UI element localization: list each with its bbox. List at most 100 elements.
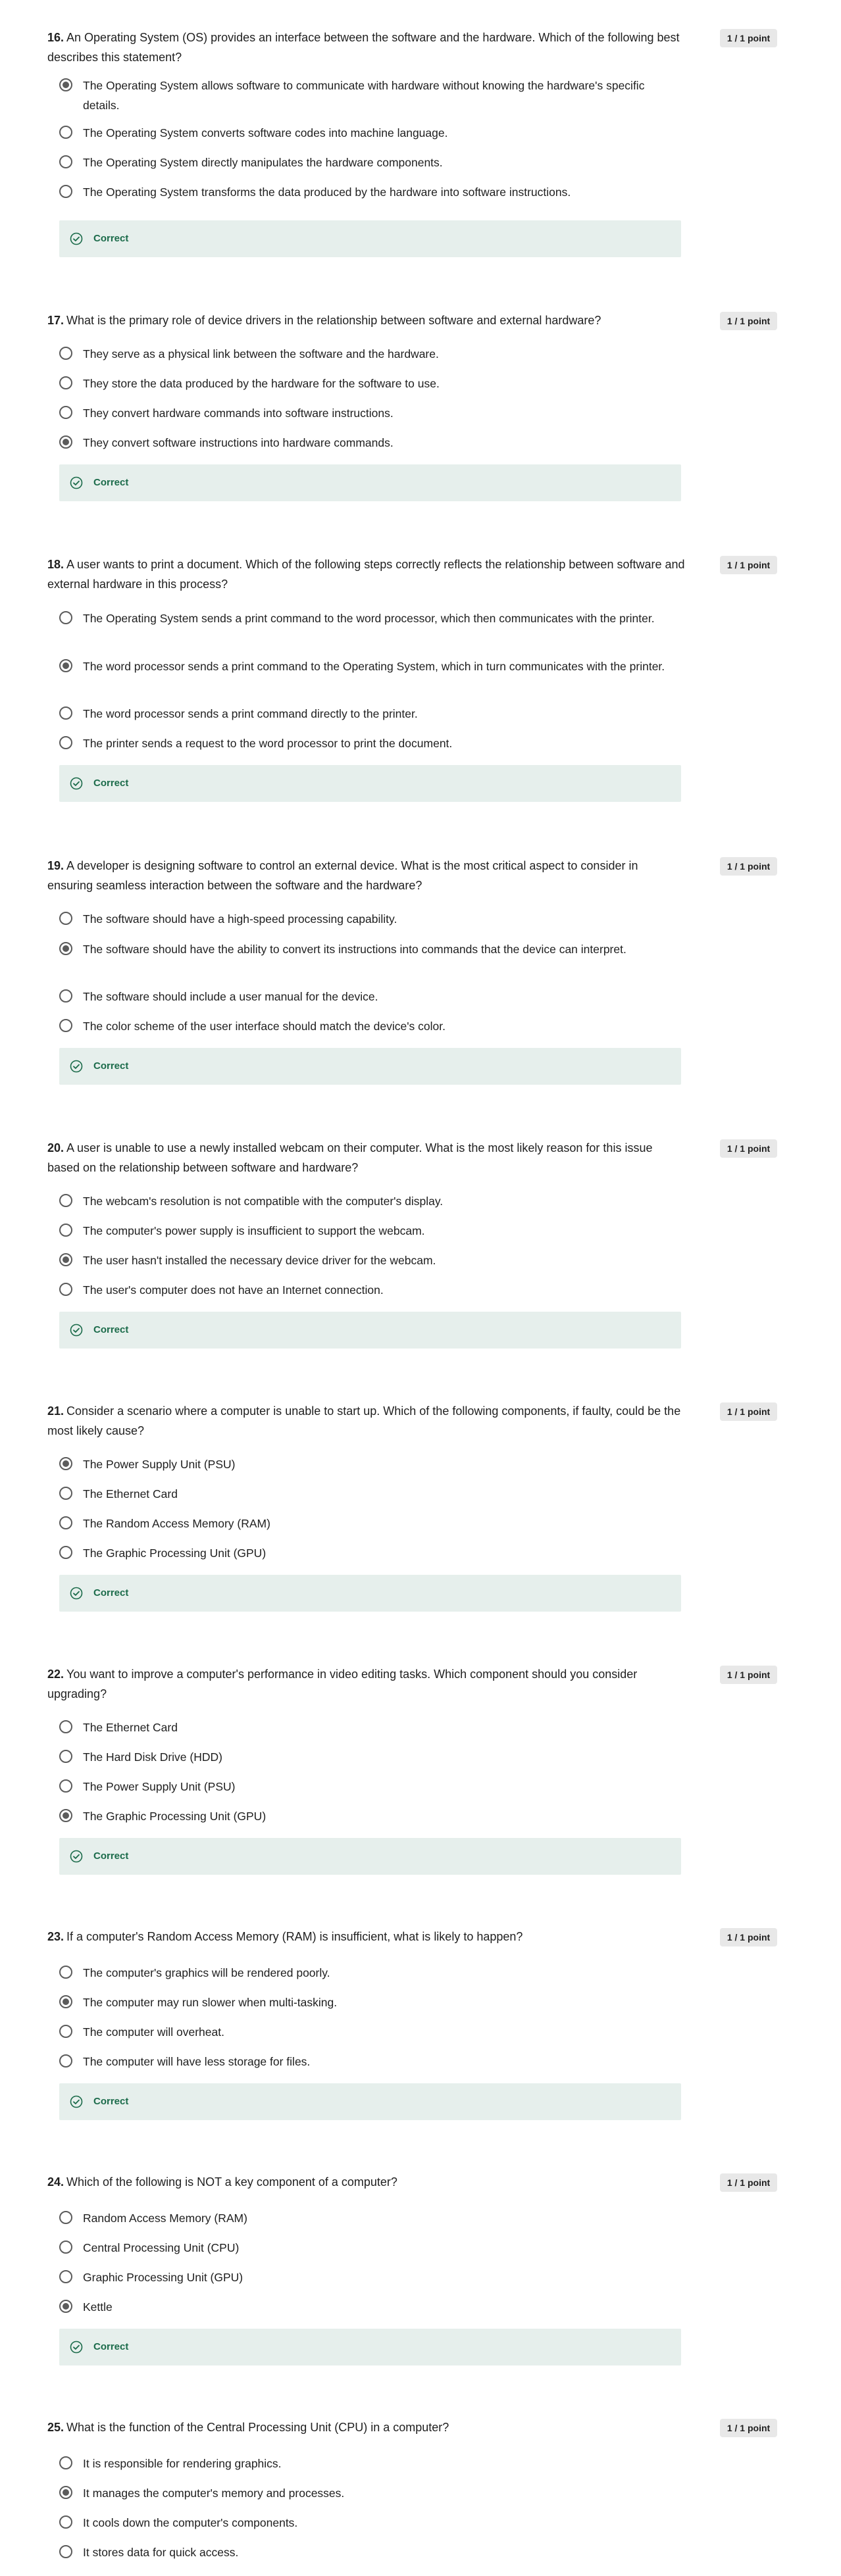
check-circle-icon <box>70 2095 83 2108</box>
feedback-banner: Correct <box>59 1838 681 1875</box>
radio-icon[interactable] <box>59 1750 72 1763</box>
feedback-label: Correct <box>93 1324 129 1335</box>
radio-icon[interactable] <box>59 1516 72 1529</box>
answer-option-text: The computer's power supply is insuffici… <box>83 1224 425 1237</box>
question-text: A user is unable to use a newly installe… <box>47 1141 653 1174</box>
radio-icon[interactable] <box>59 347 72 360</box>
radio-selected-icon[interactable] <box>59 942 72 955</box>
answer-option-text: The Operating System directly manipulate… <box>83 156 443 169</box>
check-circle-icon <box>70 476 83 489</box>
answer-option-text: The Ethernet Card <box>83 1487 178 1500</box>
radio-selected-icon[interactable] <box>59 78 72 91</box>
answer-option-text: The Operating System allows software to … <box>83 79 645 112</box>
feedback-banner: Correct <box>59 1048 681 1085</box>
feedback-label: Correct <box>93 1587 129 1598</box>
radio-icon[interactable] <box>59 2270 72 2283</box>
feedback-label: Correct <box>93 2096 129 2107</box>
radio-icon[interactable] <box>59 2241 72 2254</box>
radio-icon[interactable] <box>59 1487 72 1500</box>
points-badge: 1 / 1 point <box>720 1928 777 1946</box>
radio-selected-icon[interactable] <box>59 1995 72 2008</box>
radio-icon[interactable] <box>59 1224 72 1237</box>
feedback-banner: Correct <box>59 2329 681 2365</box>
question-text: A user wants to print a document. Which … <box>47 558 685 591</box>
answer-option-text: The computer's graphics will be rendered… <box>83 1966 330 1979</box>
answer-option-text: It manages the computer's memory and pro… <box>83 2487 345 2500</box>
feedback-banner: Correct <box>59 1575 681 1612</box>
question-number: 16. <box>47 31 64 44</box>
question-text: A developer is designing software to con… <box>47 859 638 892</box>
radio-icon[interactable] <box>59 2054 72 2068</box>
answer-option-text: The Operating System transforms the data… <box>83 186 571 199</box>
radio-icon[interactable] <box>59 706 72 720</box>
quiz-results: 16. An Operating System (OS) provides an … <box>0 0 841 2576</box>
question-number: 23. <box>47 1930 64 1943</box>
radio-selected-icon[interactable] <box>59 1809 72 1822</box>
radio-selected-icon[interactable] <box>59 2486 72 2499</box>
question-prompt: 23. If a computer's Random Access Memory … <box>47 1927 686 1946</box>
answer-option-text: It cools down the computer's components. <box>83 2516 298 2529</box>
radio-icon[interactable] <box>59 611 72 624</box>
radio-icon[interactable] <box>59 2025 72 2038</box>
radio-icon[interactable] <box>59 989 72 1003</box>
feedback-banner: Correct <box>59 765 681 802</box>
question-prompt: 24. Which of the following is NOT a key c… <box>47 2172 686 2192</box>
answer-option-text: The Operating System sends a print comma… <box>83 612 655 625</box>
question-prompt: 16. An Operating System (OS) provides an … <box>47 28 686 67</box>
check-circle-icon <box>70 232 83 245</box>
question-number: 21. <box>47 1404 64 1418</box>
radio-icon[interactable] <box>59 406 72 419</box>
points-badge: 1 / 1 point <box>720 1402 777 1421</box>
radio-icon[interactable] <box>59 155 72 168</box>
radio-icon[interactable] <box>59 185 72 198</box>
radio-icon[interactable] <box>59 376 72 389</box>
answer-option-text: They convert software instructions into … <box>83 436 394 449</box>
question-text: Consider a scenario where a computer is … <box>47 1404 681 1437</box>
answer-option-text: The color scheme of the user interface s… <box>83 1020 446 1033</box>
radio-icon[interactable] <box>59 2545 72 2558</box>
radio-icon[interactable] <box>59 2456 72 2469</box>
radio-selected-icon[interactable] <box>59 435 72 449</box>
radio-icon[interactable] <box>59 1779 72 1793</box>
radio-icon[interactable] <box>59 736 72 749</box>
question-prompt: 18. A user wants to print a document. Whi… <box>47 555 686 594</box>
radio-icon[interactable] <box>59 912 72 925</box>
answer-option-text: The user's computer does not have an Int… <box>83 1283 384 1297</box>
radio-icon[interactable] <box>59 1966 72 1979</box>
radio-selected-icon[interactable] <box>59 659 72 672</box>
check-circle-icon <box>70 1324 83 1337</box>
answer-option-text: The software should have a high-speed pr… <box>83 912 397 926</box>
check-circle-icon <box>70 777 83 790</box>
answer-option-text: The Graphic Processing Unit (GPU) <box>83 1810 267 1823</box>
radio-icon[interactable] <box>59 126 72 139</box>
radio-selected-icon[interactable] <box>59 1457 72 1470</box>
radio-selected-icon[interactable] <box>59 2300 72 2313</box>
question-prompt: 21. Consider a scenario where a computer … <box>47 1401 686 1441</box>
answer-option-text: The Random Access Memory (RAM) <box>83 1517 270 1530</box>
check-circle-icon <box>70 1587 83 1600</box>
radio-icon[interactable] <box>59 1283 72 1296</box>
answer-option-text: The printer sends a request to the word … <box>83 737 453 750</box>
answer-option-text: They convert hardware commands into soft… <box>83 407 394 420</box>
feedback-label: Correct <box>93 1850 129 1862</box>
feedback-banner: Correct <box>59 1312 681 1349</box>
answer-option-text: They serve as a physical link between th… <box>83 347 439 360</box>
radio-icon[interactable] <box>59 1019 72 1032</box>
answer-option-text: The computer will overheat. <box>83 2025 224 2039</box>
points-badge: 1 / 1 point <box>720 29 777 47</box>
radio-icon[interactable] <box>59 1546 72 1559</box>
radio-selected-icon[interactable] <box>59 1253 72 1266</box>
check-circle-icon <box>70 2341 83 2354</box>
question-number: 25. <box>47 2421 64 2434</box>
radio-icon[interactable] <box>59 1194 72 1207</box>
answer-option-text: The software should include a user manua… <box>83 990 378 1003</box>
question-prompt: 25. What is the function of the Central P… <box>47 2417 686 2437</box>
answer-option-text: The computer will have less storage for … <box>83 2055 311 2068</box>
radio-icon[interactable] <box>59 1720 72 1733</box>
answer-option-text: The word processor sends a print command… <box>83 660 665 673</box>
answer-option-text: The Operating System converts software c… <box>83 126 448 139</box>
answer-option-text: Kettle <box>83 2300 113 2314</box>
radio-icon[interactable] <box>59 2211 72 2224</box>
answer-option-text: It is responsible for rendering graphics… <box>83 2457 282 2470</box>
radio-icon[interactable] <box>59 2515 72 2529</box>
